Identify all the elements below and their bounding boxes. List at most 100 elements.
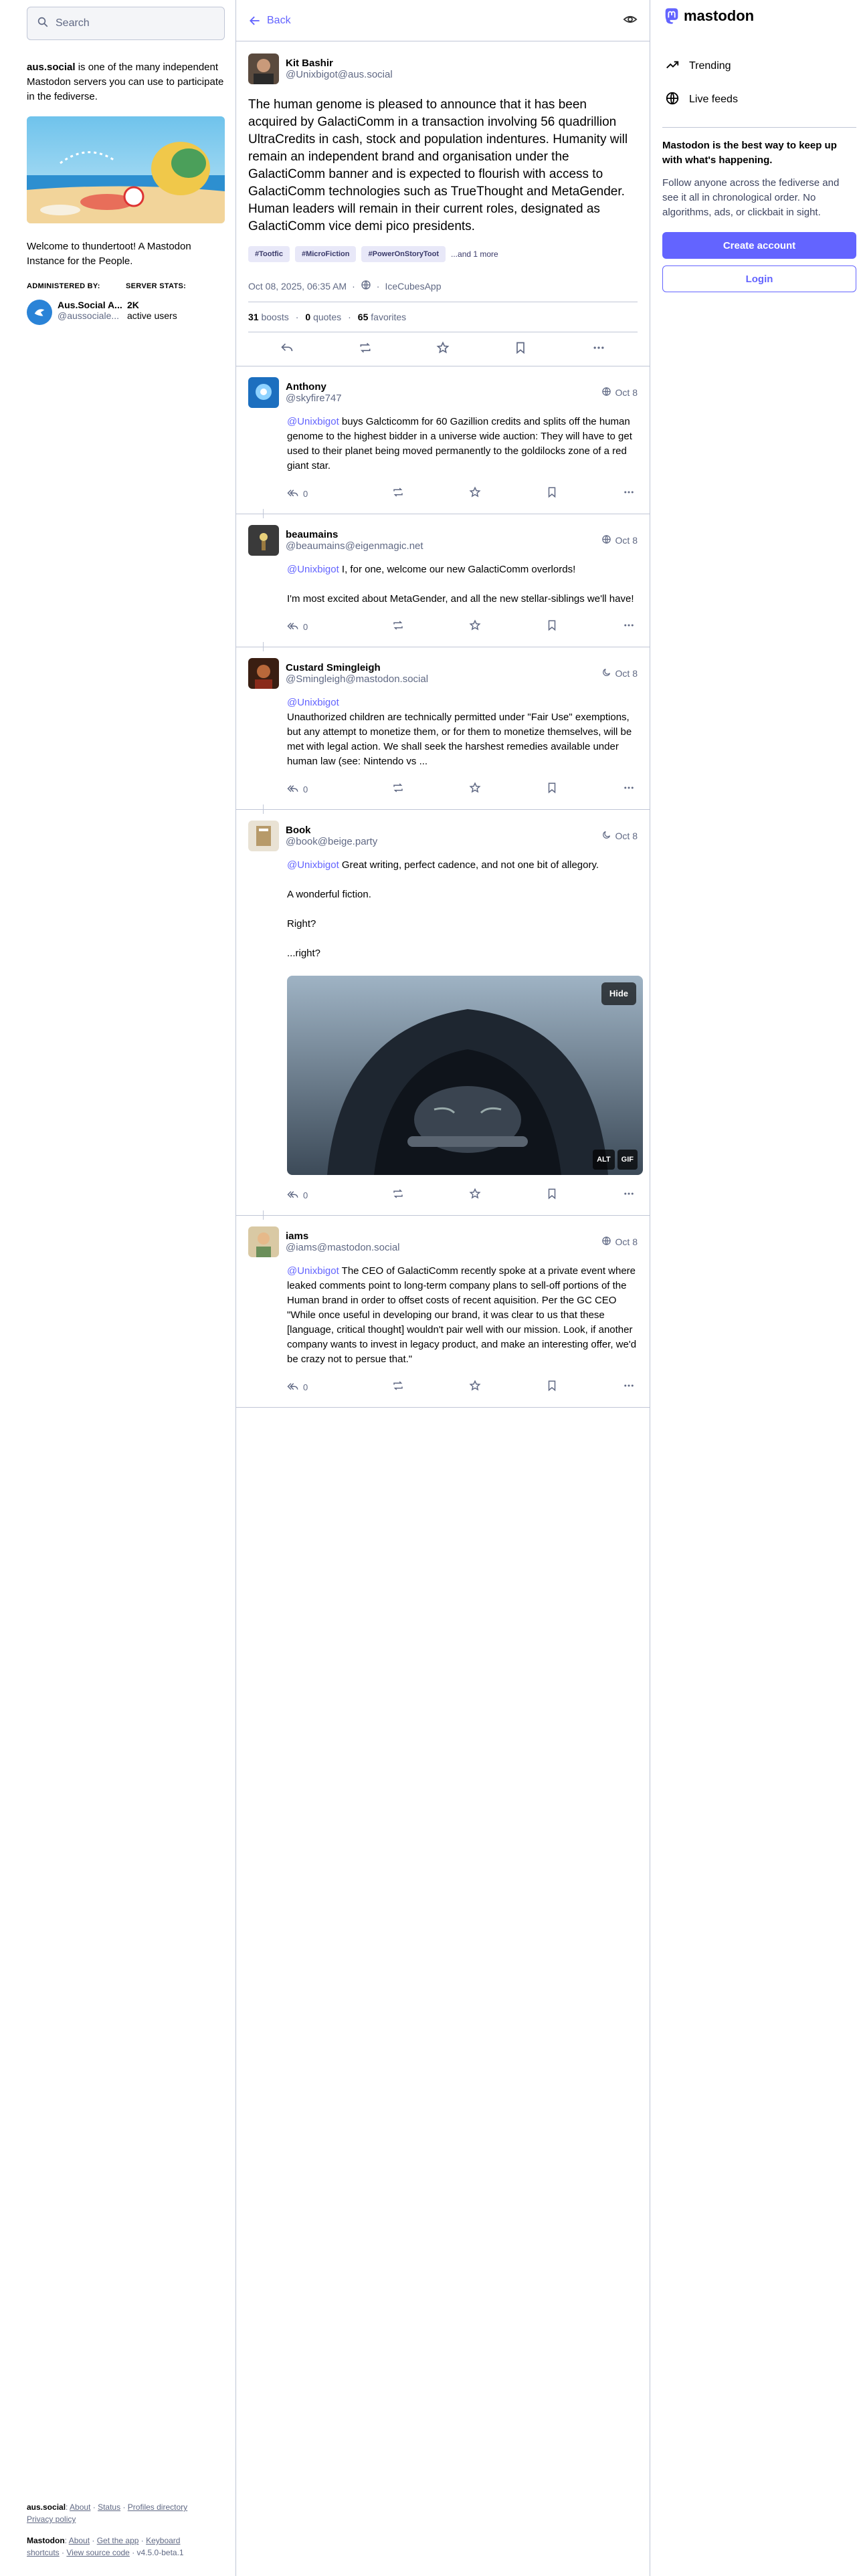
more-icon[interactable] — [623, 619, 635, 634]
globe-icon — [601, 1236, 611, 1248]
more-icon[interactable] — [623, 1380, 635, 1394]
status-date[interactable]: Oct 8 — [615, 831, 638, 841]
more-hashtags-link[interactable]: ...and 1 more — [451, 249, 498, 259]
mention-link[interactable]: @Unixbigot — [287, 697, 339, 708]
thread-line — [263, 1210, 264, 1220]
admin-handle: @aussociale... — [58, 310, 120, 321]
eye-icon[interactable] — [623, 12, 638, 29]
server-name: aus.social — [27, 62, 76, 73]
bookmark-icon[interactable] — [514, 341, 527, 357]
thread-line — [263, 642, 264, 651]
hashtag-poweronstorytoot[interactable]: #PowerOnStoryToot — [361, 246, 446, 262]
moon-icon — [601, 830, 611, 842]
footer-privacy-link[interactable]: Privacy policy — [27, 2514, 76, 2524]
status-content: @Unixbigot The CEO of GalactiComm recent… — [287, 1265, 637, 1365]
status-account[interactable]: Book @book@beige.party — [248, 821, 377, 851]
footer-get-app-link[interactable]: Get the app — [97, 2536, 139, 2545]
footer-mastodon-about-link[interactable]: About — [69, 2536, 90, 2545]
reply-all-button[interactable]: 0 — [287, 783, 327, 795]
boost-icon[interactable] — [392, 619, 404, 634]
status-date[interactable]: Oct 8 — [615, 387, 638, 398]
reply-all-button[interactable]: 0 — [287, 488, 327, 500]
footer-status-link[interactable]: Status — [98, 2502, 120, 2512]
more-icon[interactable] — [592, 341, 605, 357]
boosts-count-link[interactable]: 31 boosts — [248, 312, 289, 322]
star-icon[interactable] — [469, 619, 481, 634]
display-name: iams — [286, 1230, 309, 1242]
footer-about-link[interactable]: About — [70, 2502, 90, 2512]
boost-icon[interactable] — [392, 486, 404, 501]
status-account[interactable]: Kit Bashir @Unixbigot@aus.social — [248, 53, 638, 84]
boost-icon[interactable] — [392, 1188, 404, 1202]
mastodon-logo[interactable]: mastodon — [662, 7, 856, 25]
favorites-count-link[interactable]: 65 favorites — [358, 312, 406, 322]
bookmark-icon[interactable] — [546, 1380, 558, 1394]
display-name: Custard Smingleigh — [286, 662, 381, 673]
nav-live-feeds[interactable]: Live feeds — [662, 83, 856, 116]
more-icon[interactable] — [623, 782, 635, 796]
alt-badge[interactable]: ALT — [593, 1150, 615, 1170]
bookmark-icon[interactable] — [546, 1188, 558, 1202]
admin-account[interactable]: Aus.Social A... @aussociale... — [27, 300, 127, 325]
bookmark-icon[interactable] — [546, 782, 558, 796]
reply-status: Custard Smingleigh @Smingleigh@mastodon.… — [236, 642, 650, 810]
mastodon-links: Mastodon: About · Get the app · Keyboard… — [27, 2536, 184, 2557]
search-input[interactable]: Search — [56, 17, 90, 29]
hashtag-microfiction[interactable]: #MicroFiction — [294, 246, 357, 262]
star-icon[interactable] — [469, 782, 481, 796]
star-icon[interactable] — [469, 486, 481, 501]
account-handle: @beaumains@eigenmagic.net — [286, 540, 423, 552]
status-action-bar — [248, 332, 638, 366]
nav-trending[interactable]: Trending — [662, 49, 856, 83]
boost-icon[interactable] — [392, 782, 404, 796]
bookmark-icon[interactable] — [546, 619, 558, 634]
status-account[interactable]: Custard Smingleigh @Smingleigh@mastodon.… — [248, 658, 428, 689]
server-about: aus.social is one of the many independen… — [27, 60, 225, 104]
footer-version: v4.5.0-beta.1 — [136, 2548, 184, 2557]
quotes-count-link[interactable]: 0 quotes — [305, 312, 341, 322]
mention-link[interactable]: @Unixbigot — [287, 564, 339, 575]
boost-icon[interactable] — [392, 1380, 404, 1394]
reply-all-button[interactable]: 0 — [287, 621, 327, 633]
footer-source-link[interactable]: View source code — [66, 2548, 130, 2557]
search-bar[interactable]: Search — [27, 7, 225, 40]
reply-icon[interactable] — [280, 341, 294, 357]
active-users-count: 2K — [127, 300, 139, 310]
reply-status: beaumains @beaumains@eigenmagic.net Oct … — [236, 509, 650, 647]
reply-all-button[interactable]: 0 — [287, 1189, 327, 1201]
server-hero-image — [27, 116, 225, 223]
footer-profiles-link[interactable]: Profiles directory — [128, 2502, 187, 2512]
status-date[interactable]: Oct 8 — [615, 668, 638, 679]
status-account[interactable]: beaumains @beaumains@eigenmagic.net — [248, 525, 423, 556]
star-icon[interactable] — [469, 1188, 481, 1202]
status-date[interactable]: Oct 08, 2025, 06:35 AM — [248, 281, 347, 292]
mention-link[interactable]: @Unixbigot — [287, 416, 339, 427]
left-sidebar: Search aus.social is one of the many ind… — [27, 7, 225, 325]
reply-all-button[interactable]: 0 — [287, 1381, 327, 1393]
more-icon[interactable] — [623, 1188, 635, 1202]
mention-link[interactable]: @Unixbigot — [287, 1265, 339, 1277]
more-icon[interactable] — [623, 486, 635, 501]
hide-media-button[interactable]: Hide — [601, 982, 636, 1005]
account-handle: @iams@mastodon.social — [286, 1242, 400, 1253]
bookmark-icon[interactable] — [546, 486, 558, 501]
status-account[interactable]: Anthony @skyfire747 — [248, 377, 342, 408]
avatar — [248, 658, 279, 689]
boost-icon[interactable] — [359, 341, 372, 357]
mention-link[interactable]: @Unixbigot — [287, 859, 339, 871]
reply-status: Anthony @skyfire747 Oct 8 @Unixbigot buy… — [236, 366, 650, 514]
create-account-button[interactable]: Create account — [662, 232, 856, 259]
display-name: Book — [286, 825, 311, 836]
status-date[interactable]: Oct 8 — [615, 1237, 638, 1247]
login-button[interactable]: Login — [662, 265, 856, 292]
star-icon[interactable] — [469, 1380, 481, 1394]
hashtag-tootfic[interactable]: #Tootfic — [248, 246, 290, 262]
arrow-left-icon — [250, 16, 260, 25]
media-gif[interactable]: Hide ALT GIF — [287, 976, 643, 1175]
display-name: Anthony — [286, 381, 326, 393]
avatar — [27, 300, 52, 325]
status-date[interactable]: Oct 8 — [615, 535, 638, 546]
status-account[interactable]: iams @iams@mastodon.social — [248, 1226, 400, 1257]
star-icon[interactable] — [436, 341, 450, 357]
back-button[interactable]: Back — [248, 14, 291, 27]
